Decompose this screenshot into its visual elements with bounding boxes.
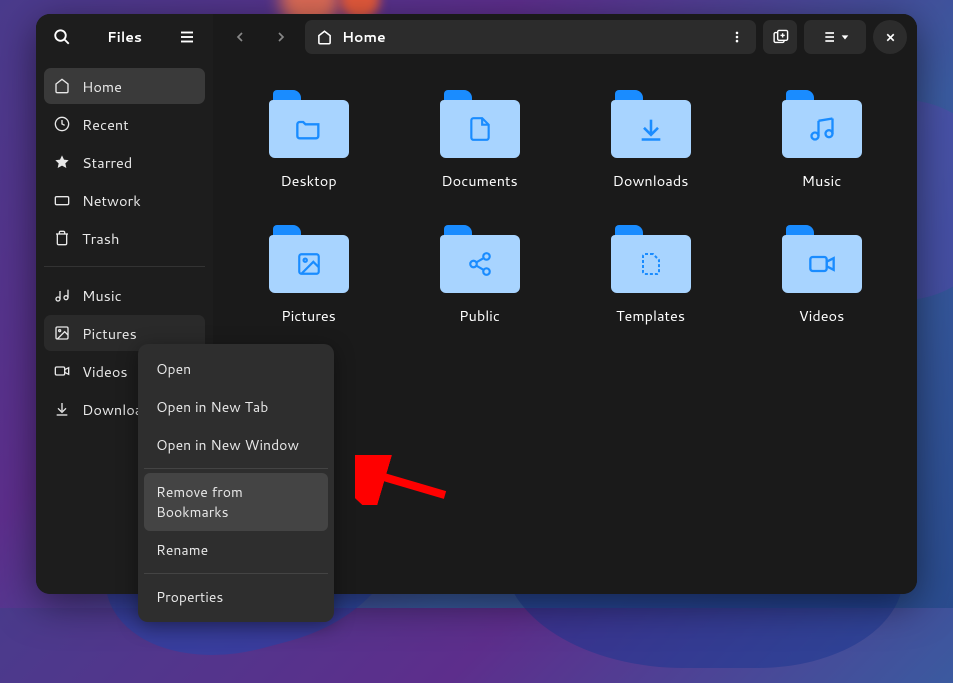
home-icon — [317, 30, 332, 45]
folder-music[interactable]: Music — [782, 90, 862, 191]
folder-label: Public — [459, 305, 500, 326]
clock-icon — [54, 116, 70, 132]
folder-label: Downloads — [613, 170, 689, 191]
folder-public[interactable]: Public — [440, 225, 520, 326]
sidebar-item-label: Music — [82, 285, 122, 306]
folder-icon — [440, 225, 520, 293]
sidebar-item-trash[interactable]: Trash — [44, 220, 205, 256]
folder-label: Pictures — [281, 305, 336, 326]
folder-icon — [440, 90, 520, 158]
menu-item-open[interactable]: Open — [144, 350, 328, 388]
folder-label: Music — [802, 170, 842, 191]
sidebar-item-starred[interactable]: Starred — [44, 144, 205, 180]
folder-videos[interactable]: Videos — [782, 225, 862, 326]
folder-label: Desktop — [280, 170, 336, 191]
pathbar[interactable]: Home — [305, 20, 756, 54]
home-icon — [54, 78, 70, 94]
sidebar-item-label: Recent — [82, 114, 129, 135]
network-icon — [54, 192, 70, 208]
star-icon — [54, 154, 70, 170]
folder-documents[interactable]: Documents — [440, 90, 520, 191]
sidebar-item-label: Videos — [82, 361, 128, 382]
menu-separator — [144, 468, 328, 469]
sidebar-item-label: Trash — [82, 228, 119, 249]
sidebar-item-home[interactable]: Home — [44, 68, 205, 104]
search-button[interactable] — [50, 25, 74, 49]
menu-item-remove-bookmark[interactable]: Remove from Bookmarks — [144, 473, 328, 531]
sidebar-header: Files — [36, 14, 213, 60]
folder-label: Videos — [799, 305, 845, 326]
menu-item-open-new-window[interactable]: Open in New Window — [144, 426, 328, 464]
forward-button[interactable] — [264, 20, 298, 54]
picture-icon — [54, 325, 70, 341]
video-icon — [54, 363, 70, 379]
context-menu: Open Open in New Tab Open in New Window … — [138, 344, 334, 622]
pathbar-location: Home — [342, 27, 386, 47]
folder-icon — [269, 90, 349, 158]
menu-item-properties[interactable]: Properties — [144, 578, 328, 616]
folder-label: Templates — [616, 305, 685, 326]
folder-pictures[interactable]: Pictures — [269, 225, 349, 326]
trash-icon — [54, 230, 70, 246]
sidebar-item-recent[interactable]: Recent — [44, 106, 205, 142]
menu-item-rename[interactable]: Rename — [144, 531, 328, 569]
toolbar: Home — [213, 14, 917, 60]
folder-desktop[interactable]: Desktop — [269, 90, 349, 191]
folder-label: Documents — [441, 170, 517, 191]
folder-icon — [611, 225, 691, 293]
sidebar-item-network[interactable]: Network — [44, 182, 205, 218]
app-title: Files — [92, 27, 157, 47]
new-tab-button[interactable] — [763, 20, 797, 54]
sidebar-item-label: Home — [82, 76, 122, 97]
folder-icon — [611, 90, 691, 158]
sidebar-separator — [44, 266, 205, 267]
download-icon — [54, 401, 70, 417]
sidebar-item-music[interactable]: Music — [44, 277, 205, 313]
folder-icon — [782, 225, 862, 293]
sidebar-item-label: Starred — [82, 152, 132, 173]
close-button[interactable] — [873, 20, 907, 54]
pathbar-menu-button[interactable] — [730, 30, 744, 44]
sidebar-menu-button[interactable] — [175, 25, 199, 49]
back-button[interactable] — [223, 20, 257, 54]
folder-templates[interactable]: Templates — [611, 225, 691, 326]
sidebar-item-label: Network — [82, 190, 141, 211]
menu-item-open-new-tab[interactable]: Open in New Tab — [144, 388, 328, 426]
annotation-arrow — [355, 455, 455, 505]
menu-separator — [144, 573, 328, 574]
view-options-button[interactable] — [804, 20, 866, 54]
folder-downloads[interactable]: Downloads — [611, 90, 691, 191]
sidebar-item-label: Pictures — [82, 323, 137, 344]
folder-icon — [269, 225, 349, 293]
music-icon — [54, 287, 70, 303]
folder-icon — [782, 90, 862, 158]
